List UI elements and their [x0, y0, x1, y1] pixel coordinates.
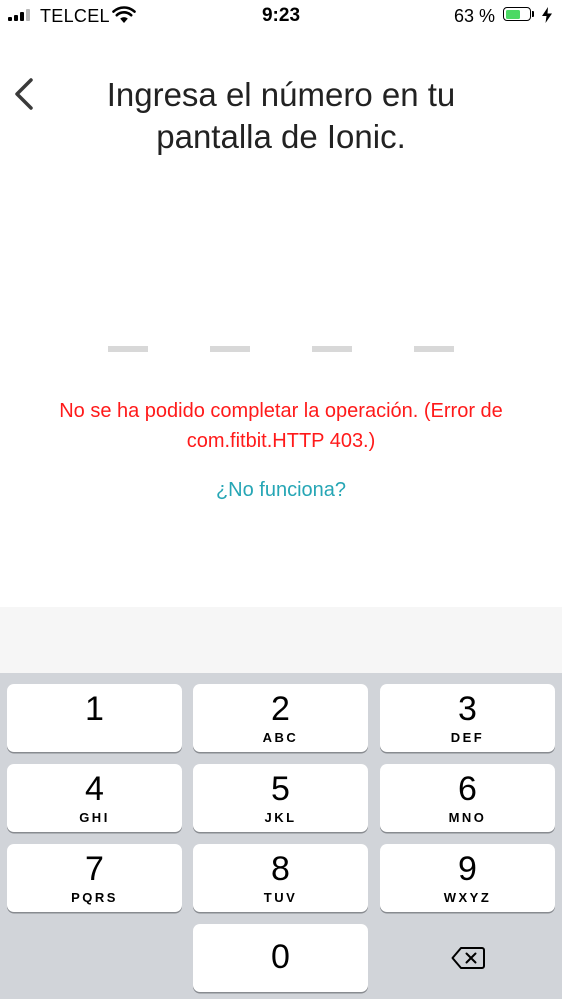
key-digit: 7: [85, 850, 104, 888]
key-letters: GHI: [79, 810, 110, 825]
key-8[interactable]: 8 TUV: [193, 844, 368, 912]
key-digit: 6: [458, 770, 477, 808]
key-digit: 1: [85, 690, 104, 728]
key-0[interactable]: 0: [193, 924, 368, 992]
code-input[interactable]: [108, 346, 454, 352]
key-6[interactable]: 6 MNO: [380, 764, 555, 832]
key-letters: JKL: [264, 810, 297, 825]
key-digit: 3: [458, 690, 477, 728]
key-7[interactable]: 7 PQRS: [7, 844, 182, 912]
battery-icon: [503, 7, 531, 21]
key-letters: DEF: [450, 730, 485, 745]
code-digit-slot[interactable]: [312, 346, 352, 352]
status-bar: TELCEL 9:23 63 %: [0, 0, 562, 30]
chevron-left-icon: [15, 78, 33, 110]
key-digit: 5: [271, 770, 290, 808]
key-5[interactable]: 5 JKL: [193, 764, 368, 832]
not-working-link[interactable]: ¿No funciona?: [0, 479, 562, 502]
key-digit: 4: [85, 770, 104, 808]
backspace-icon: [451, 947, 485, 969]
key-1[interactable]: 1: [7, 684, 182, 752]
key-digit: 9: [458, 850, 477, 888]
error-message: No se ha podido completar la operación. …: [59, 400, 503, 452]
key-2[interactable]: 2 ABC: [193, 684, 368, 752]
charging-bolt-icon: [542, 7, 552, 23]
page-title: Ingresa el número en tu pantalla de Ioni…: [106, 76, 456, 155]
key-digit: 8: [271, 850, 290, 888]
key-digit: 2: [271, 690, 290, 728]
delete-button[interactable]: [380, 924, 555, 992]
battery-cap: [532, 11, 534, 17]
key-9[interactable]: 9 WXYZ: [380, 844, 555, 912]
code-digit-slot[interactable]: [108, 346, 148, 352]
battery-percentage: 63 %: [454, 6, 496, 26]
key-letters: ABC: [262, 730, 299, 745]
key-letters: MNO: [448, 810, 487, 825]
code-digit-slot[interactable]: [210, 346, 250, 352]
key-3[interactable]: 3 DEF: [380, 684, 555, 752]
key-4[interactable]: 4 GHI: [7, 764, 182, 832]
battery-level: [505, 9, 520, 19]
key-digit: 0: [271, 938, 290, 976]
keyboard-accessory-bar: [0, 607, 562, 673]
key-letters: PQRS: [71, 890, 118, 905]
back-button[interactable]: [6, 72, 42, 116]
code-digit-slot[interactable]: [414, 346, 454, 352]
key-letters: WXYZ: [443, 890, 492, 905]
key-letters: TUV: [263, 890, 298, 905]
